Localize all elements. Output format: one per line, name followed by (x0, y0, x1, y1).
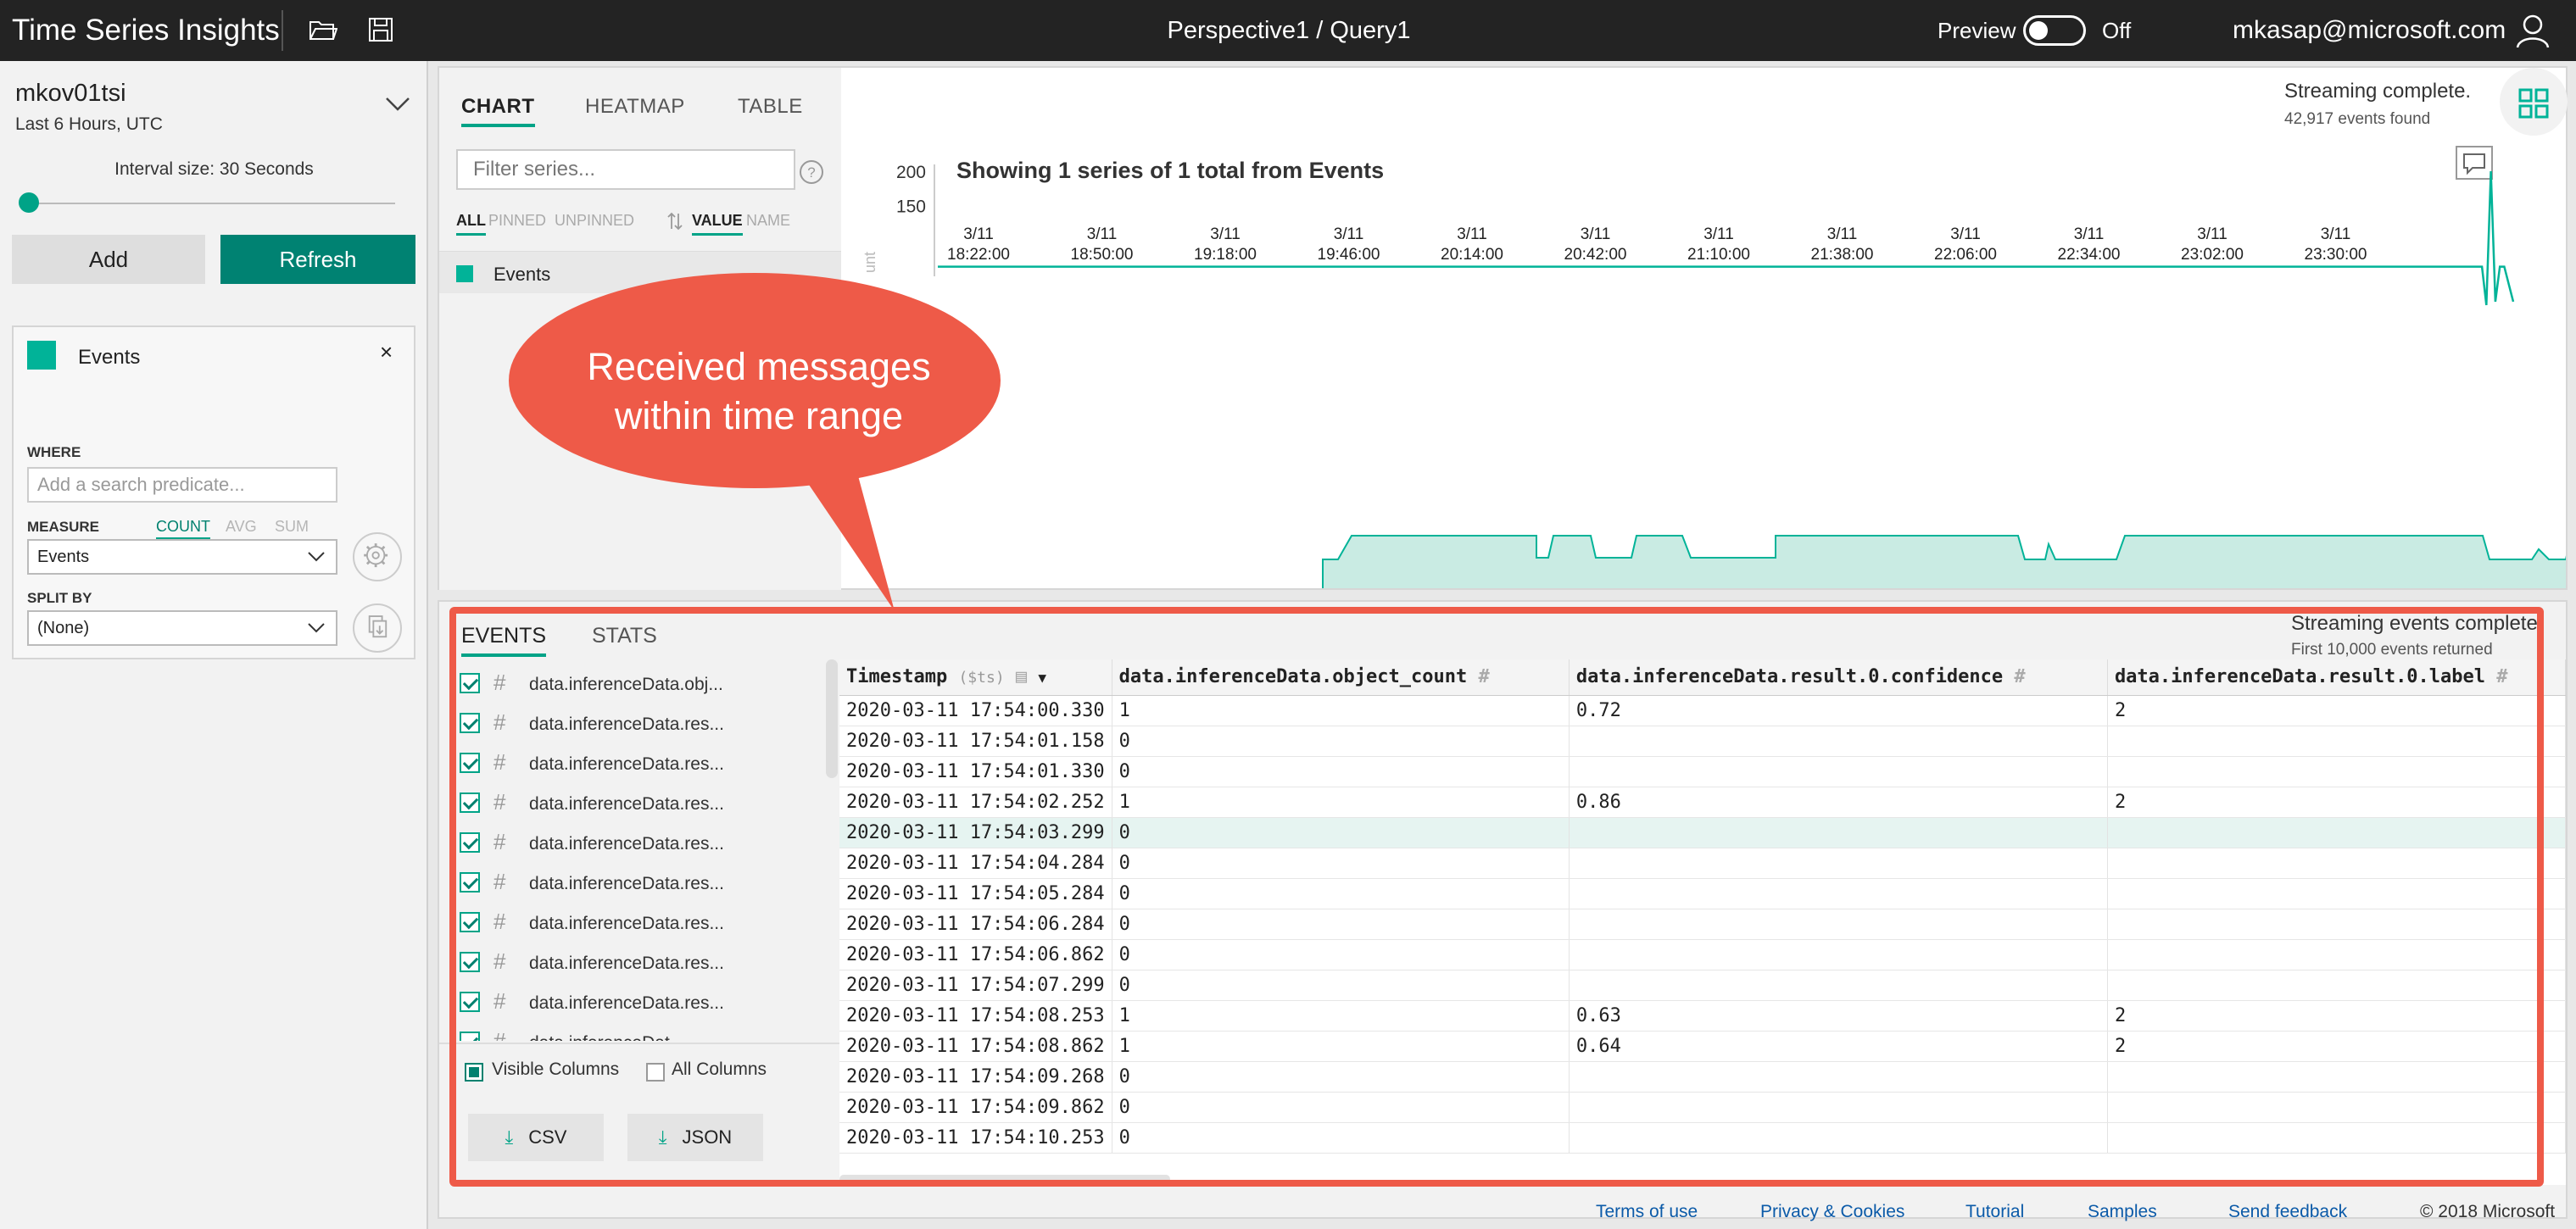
measure-count[interactable]: COUNT (156, 518, 210, 540)
search-term-card: Events × WHERE Add a search predicate...… (12, 325, 415, 659)
where-label: WHERE (27, 444, 81, 460)
chart-title: Showing 1 series of 1 total from Events (956, 158, 1384, 183)
user-email[interactable]: mkasap@microsoft.com (2233, 16, 2506, 45)
interval-slider-track[interactable] (29, 203, 395, 204)
x-tick-time: 22:34:00 (2058, 246, 2121, 264)
highlight-frame (449, 607, 2544, 1187)
y-tick-label: 150 (896, 197, 926, 217)
footer-tutorial-link[interactable]: Tutorial (1965, 1202, 2024, 1222)
x-tick-date: 3/11 (963, 225, 994, 243)
app-title: Time Series Insights (12, 14, 280, 47)
x-tick-time: 22:06:00 (1934, 246, 1997, 264)
user-icon[interactable] (2514, 12, 2551, 49)
environment-name[interactable]: mkov01tsi (15, 80, 126, 108)
measure-select-value: Events (37, 548, 90, 566)
x-tick-date: 3/11 (1210, 225, 1241, 243)
interval-size-label: Interval size: 30 Seconds (114, 159, 314, 179)
x-tick-date: 3/11 (2074, 225, 2105, 243)
environment-time-range: Last 6 Hours, UTC (15, 114, 163, 134)
split-by-select[interactable]: (None) (27, 610, 337, 646)
chevron-down-icon (308, 623, 325, 633)
split-by-label: SPLIT BY (27, 590, 92, 606)
y-tick-label: 200 (896, 163, 926, 182)
chevron-down-icon[interactable] (383, 95, 412, 114)
brush-overview-area (1322, 535, 2566, 588)
gear-button[interactable] (353, 532, 402, 581)
footer-samples-link[interactable]: Samples (2088, 1202, 2157, 1222)
preview-label: Preview (1938, 18, 2016, 43)
copy-icon (368, 615, 388, 638)
x-tick-time: 20:42:00 (1564, 246, 1627, 264)
callout-text: Received messages within time range (509, 342, 1009, 441)
chevron-down-icon (308, 552, 325, 562)
title-divider (282, 10, 283, 51)
x-tick-date: 3/11 (1087, 225, 1118, 243)
add-button[interactable]: Add (12, 235, 205, 284)
toggle-knob (2029, 21, 2048, 40)
split-by-select-value: (None) (37, 619, 90, 637)
measure-avg[interactable]: AVG (226, 518, 257, 536)
footer-feedback-link[interactable]: Send feedback (2228, 1202, 2347, 1222)
x-tick-date: 3/11 (1703, 225, 1734, 243)
brush-anchor (1321, 529, 1322, 530)
x-tick-date: 3/11 (1334, 225, 1364, 243)
top-bar: Time Series Insights Perspective1 / Quer… (0, 0, 2576, 61)
term-color-swatch[interactable] (27, 341, 56, 370)
save-icon[interactable] (366, 17, 395, 42)
where-predicate-input[interactable]: Add a search predicate... (27, 467, 337, 503)
folder-open-icon[interactable] (309, 17, 337, 42)
x-tick-time: 19:46:00 (1318, 246, 1380, 264)
measure-select[interactable]: Events (27, 539, 337, 575)
x-tick-date: 3/11 (1457, 225, 1487, 243)
duplicate-term-button[interactable] (353, 603, 402, 653)
x-tick-time: 23:02:00 (2181, 246, 2244, 264)
x-tick-time: 18:22:00 (947, 246, 1010, 264)
x-tick-date: 3/11 (1950, 225, 1981, 243)
x-tick-time: 21:10:00 (1687, 246, 1750, 264)
preview-toggle[interactable] (2023, 15, 2086, 46)
footer-terms-link[interactable]: Terms of use (1596, 1202, 1698, 1222)
x-tick-date: 3/11 (1581, 225, 1611, 243)
x-tick-time: 18:50:00 (1071, 246, 1134, 264)
term-name: Events (78, 346, 141, 369)
callout-line-2: within time range (614, 394, 904, 437)
x-tick-date: 3/11 (2321, 225, 2351, 243)
interval-slider-knob[interactable] (19, 192, 39, 213)
x-tick-time: 21:38:00 (1811, 246, 1874, 264)
footer-copyright: © 2018 Microsoft (2420, 1202, 2556, 1221)
callout-line-1: Received messages (587, 345, 931, 388)
x-tick-time: 23:30:00 (2305, 246, 2367, 264)
footer-privacy-link[interactable]: Privacy & Cookies (1760, 1202, 1904, 1222)
close-icon[interactable]: × (380, 339, 393, 365)
x-tick-time: 20:14:00 (1441, 246, 1503, 264)
measure-label: MEASURE (27, 519, 100, 535)
left-panel: mkov01tsi Last 6 Hours, UTC Interval siz… (0, 61, 428, 1229)
query-title: Perspective1 / Query1 (1167, 17, 1411, 44)
x-tick-time: 19:18:00 (1194, 246, 1257, 264)
gear-icon (364, 543, 388, 568)
refresh-button[interactable]: Refresh (220, 235, 415, 284)
measure-sum[interactable]: SUM (275, 518, 309, 536)
x-tick-date: 3/11 (1827, 225, 1858, 243)
x-tick-date: 3/11 (2197, 225, 2228, 243)
toggle-state: Off (2102, 18, 2132, 43)
